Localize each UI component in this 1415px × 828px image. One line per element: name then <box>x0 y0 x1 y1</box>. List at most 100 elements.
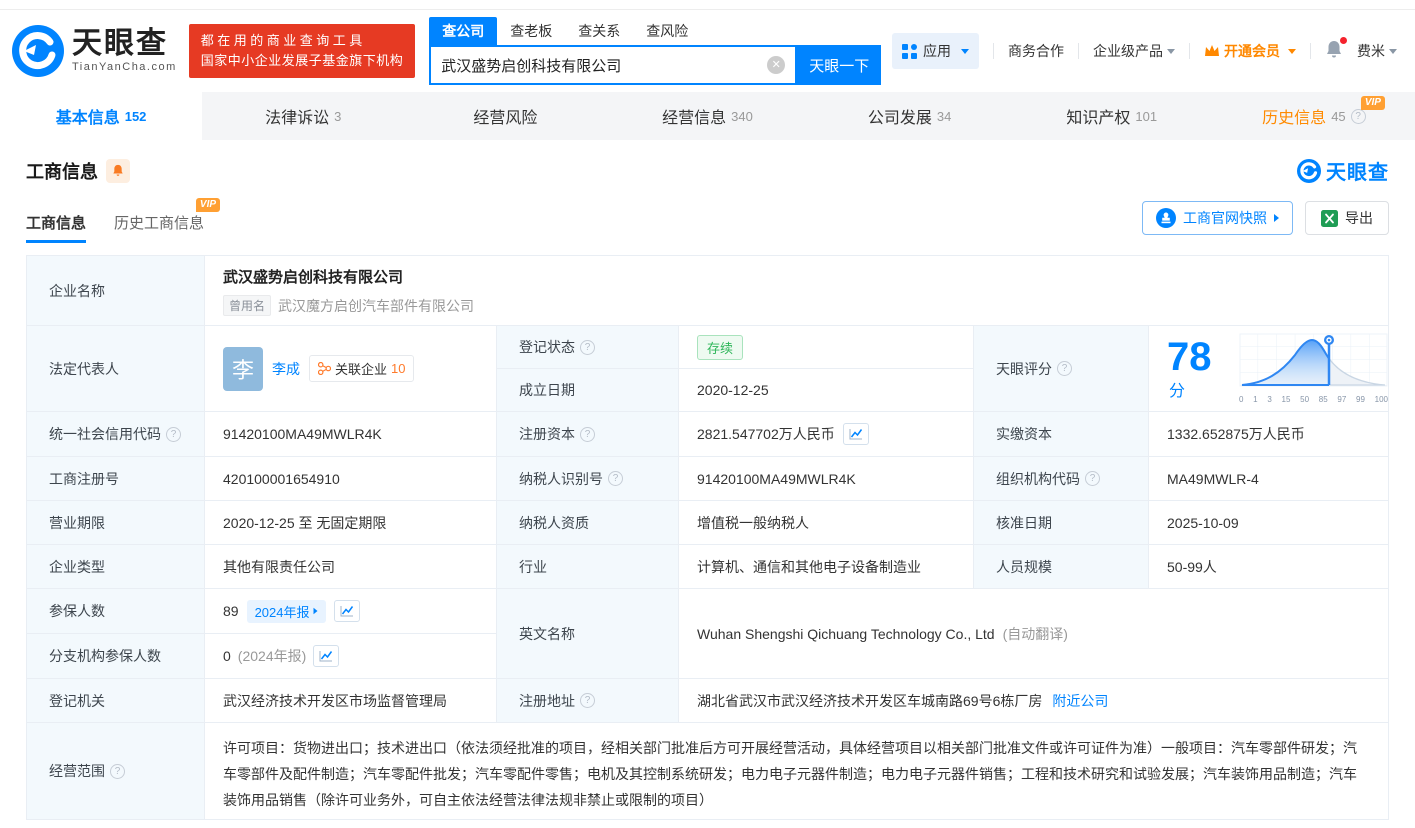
tab-intellectual-property[interactable]: 知识产权 101 <box>1011 92 1213 140</box>
search-tab-company[interactable]: 查公司 <box>429 17 497 45</box>
search-button[interactable]: 天眼一下 <box>797 45 881 85</box>
industry-label: 行业 <box>497 545 679 588</box>
row-company-name: 企业名称 武汉盛势启创科技有限公司 曾用名 武汉魔方启创汽车部件有限公司 <box>27 256 1388 326</box>
row-reg-number: 工商注册号 420100001654910 纳税人识别号 91420100MA4… <box>27 457 1388 501</box>
tab-business-info[interactable]: 经营信息 340 <box>606 92 808 140</box>
search-tab-relation[interactable]: 查关系 <box>565 17 633 45</box>
tab-company-development[interactable]: 公司发展 34 <box>809 92 1011 140</box>
clear-search-icon[interactable] <box>767 56 785 74</box>
business-registration-table: 企业名称 武汉盛势启创科技有限公司 曾用名 武汉魔方启创汽车部件有限公司 法定代… <box>26 255 1389 820</box>
reg-address-label-cell: 注册地址 <box>497 679 679 722</box>
legal-rep-link[interactable]: 李成 <box>272 359 300 379</box>
tianyancha-logo[interactable]: 天眼查 TianYanCha.com <box>12 25 177 77</box>
tab-operation-risk[interactable]: 经营风险 <box>404 92 606 140</box>
related-companies-badge[interactable]: 关联企业 10 <box>309 355 414 382</box>
tab-legal[interactable]: 法律诉讼 3 <box>202 92 404 140</box>
tab-history-info[interactable]: VIP 历史信息 45 <box>1213 92 1415 140</box>
help-icon[interactable] <box>608 471 623 486</box>
trend-chart-icon[interactable] <box>334 600 360 622</box>
divider <box>1189 43 1190 59</box>
branch-insured-note: (2024年报) <box>238 646 306 666</box>
former-name: 武汉魔方启创汽车部件有限公司 <box>278 296 474 316</box>
annual-report-label: 2024年报 <box>255 602 310 621</box>
apps-grid-icon <box>902 44 917 59</box>
subtab-history-business-info[interactable]: VIP 历史工商信息 <box>114 212 204 243</box>
tab-basic-info[interactable]: 基本信息 152 <box>0 92 202 140</box>
help-icon[interactable] <box>1085 471 1100 486</box>
help-icon[interactable] <box>580 693 595 708</box>
chevron-right-icon <box>313 608 317 614</box>
branch-insured-value: 0 <box>223 648 231 664</box>
help-icon[interactable] <box>1351 109 1366 124</box>
paid-capital-label: 实缴资本 <box>974 412 1149 456</box>
official-snapshot-button[interactable]: 工商官网快照 <box>1142 201 1293 235</box>
english-name-value-cell: Wuhan Shengshi Qichuang Technology Co., … <box>679 589 1388 678</box>
credit-code-label-cell: 统一社会信用代码 <box>27 412 205 456</box>
nav-cooperation[interactable]: 商务合作 <box>1008 41 1064 61</box>
promo-banner: 都在用的商业查询工具 国家中小企业发展子基金旗下机构 <box>189 24 416 78</box>
logo-title: 天眼查 <box>72 29 177 59</box>
reg-address-value: 湖北省武汉市武汉经济技术开发区车城南路69号6栋厂房 <box>697 691 1042 711</box>
row-reg-status: 登记状态 存续 <box>497 326 973 369</box>
chevron-down-icon <box>1288 49 1296 54</box>
row-company-type: 企业类型 其他有限责任公司 行业 计算机、通信和其他电子设备制造业 人员规模 5… <box>27 545 1388 589</box>
insured-count-value: 89 <box>223 603 239 619</box>
org-code-label-cell: 组织机构代码 <box>974 457 1149 500</box>
business-scope-label-cell: 经营范围 <box>27 723 205 819</box>
tab-label: 基本信息 <box>56 104 120 128</box>
tab-count: 101 <box>1135 109 1157 124</box>
nav-enterprise-products[interactable]: 企业级产品 <box>1093 41 1175 61</box>
reg-authority-value: 武汉经济技术开发区市场监督管理局 <box>205 679 497 722</box>
enterprise-label: 企业级产品 <box>1093 41 1163 61</box>
export-button[interactable]: 导出 <box>1305 201 1389 235</box>
bell-icon <box>112 164 124 177</box>
help-icon[interactable] <box>1057 361 1072 376</box>
search-tab-risk[interactable]: 查风险 <box>633 17 701 45</box>
search-tab-boss[interactable]: 查老板 <box>497 17 565 45</box>
tab-label: 经营风险 <box>473 104 537 128</box>
row-establish-date: 成立日期 2020-12-25 <box>497 369 973 411</box>
reg-capital-value: 2821.547702万人民币 <box>697 424 835 444</box>
notifications-bell[interactable] <box>1325 40 1343 62</box>
chevron-down-icon <box>961 49 969 54</box>
staff-size-label: 人员规模 <box>974 545 1149 588</box>
apps-menu[interactable]: 应用 <box>892 33 979 69</box>
trend-chart-icon[interactable] <box>313 645 339 667</box>
user-menu[interactable]: 费米 <box>1357 41 1397 61</box>
vip-badge: VIP <box>196 198 220 212</box>
open-vip-button[interactable]: 开通会员 <box>1204 41 1296 61</box>
business-term-value: 2020-12-25 至 无固定期限 <box>205 501 497 544</box>
legal-rep-avatar[interactable]: 李 <box>223 347 263 391</box>
tab-count: 34 <box>937 109 951 124</box>
trend-chart-icon[interactable] <box>843 423 869 445</box>
vip-label: 开通会员 <box>1224 41 1280 61</box>
stamp-icon <box>1156 208 1176 228</box>
row-reg-authority: 登记机关 武汉经济技术开发区市场监督管理局 注册地址 湖北省武汉市武汉经济技术开… <box>27 679 1388 723</box>
company-name-value: 武汉盛势启创科技有限公司 曾用名 武汉魔方启创汽车部件有限公司 <box>205 256 1388 325</box>
search-box <box>429 45 797 85</box>
monitor-bell-button[interactable] <box>106 159 130 183</box>
reg-address-value-cell: 湖北省武汉市武汉经济技术开发区车城南路69号6栋厂房 附近公司 <box>679 679 1388 722</box>
reg-status-value: 存续 <box>679 326 973 368</box>
insured-count-value-cell: 89 2024年报 <box>205 589 496 633</box>
row-business-scope: 经营范围 许可项目：货物进出口；技术进出口（依法须经批准的项目，经相关部门批准后… <box>27 723 1388 819</box>
apps-label: 应用 <box>923 41 951 61</box>
business-scope-label: 经营范围 <box>49 761 105 781</box>
page-top-divider <box>0 0 1415 10</box>
divider <box>1078 43 1079 59</box>
help-icon[interactable] <box>580 340 595 355</box>
legal-rep-value: 李 李成 关联企业 10 <box>205 326 497 411</box>
help-icon[interactable] <box>110 764 125 779</box>
score-marker-pin <box>1324 335 1334 345</box>
company-type-value: 其他有限责任公司 <box>205 545 497 588</box>
logo-subtitle: TianYanCha.com <box>72 61 177 73</box>
org-code-value: MA49MWLR-4 <box>1149 457 1388 500</box>
search-input[interactable] <box>431 57 767 74</box>
annual-report-pill[interactable]: 2024年报 <box>247 600 326 623</box>
help-icon[interactable] <box>580 427 595 442</box>
help-icon[interactable] <box>166 427 181 442</box>
legal-rep-label: 法定代表人 <box>27 326 205 411</box>
row-business-term: 营业期限 2020-12-25 至 无固定期限 纳税人资质 增值税一般纳税人 核… <box>27 501 1388 545</box>
nearby-companies-link[interactable]: 附近公司 <box>1052 691 1108 711</box>
subtab-business-info[interactable]: 工商信息 <box>26 212 86 243</box>
